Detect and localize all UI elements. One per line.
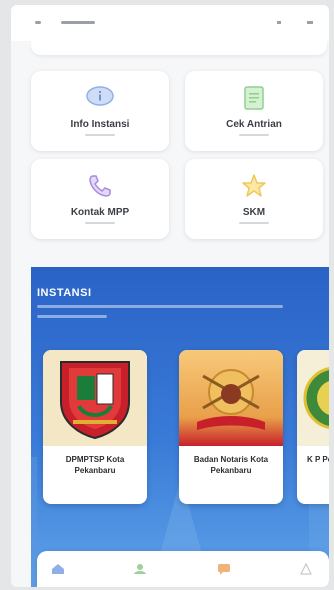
info-icon	[85, 85, 115, 112]
pekanbaru-emblem-icon	[60, 361, 130, 440]
menu-kontak-mpp[interactable]: Kontak MPP	[31, 159, 169, 239]
profile-icon[interactable]	[299, 563, 313, 575]
menu-sublabel	[239, 134, 269, 136]
agency-card[interactable]: Badan Notaris Kota Pekanbaru	[179, 350, 283, 504]
bottom-navigation	[37, 551, 329, 587]
phone-screen: Info Instansi Cek Antrian Kontak MPP SKM…	[11, 5, 329, 587]
ini-emblem-icon	[197, 369, 265, 430]
header-card	[31, 41, 327, 55]
status-time	[35, 21, 41, 24]
menu-label: Kontak MPP	[70, 207, 130, 218]
agency-logo	[297, 350, 329, 446]
menu-label: SKM	[242, 207, 266, 218]
green-seal-icon	[303, 367, 329, 429]
agency-name: K P Pe MA	[307, 455, 329, 464]
agency-name: DPMPTSP Kota Pekanbaru	[65, 455, 125, 475]
queue-icon	[242, 85, 266, 116]
agency-card[interactable]: K P Pe MA	[297, 350, 329, 504]
menu-skm[interactable]: SKM	[185, 159, 323, 239]
menu-sublabel	[239, 222, 269, 224]
menu-cek-antrian[interactable]: Cek Antrian	[185, 71, 323, 151]
section-description	[37, 315, 107, 318]
phone-icon	[87, 173, 113, 204]
section-title: INSTANSI	[37, 287, 92, 299]
menu-info-instansi[interactable]: Info Instansi	[31, 71, 169, 151]
menu-label: Cek Antrian	[226, 119, 282, 130]
agency-card[interactable]: DPMPTSP Kota Pekanbaru	[43, 350, 147, 504]
menu-sublabel	[85, 134, 115, 136]
chat-icon[interactable]	[217, 563, 231, 575]
users-icon[interactable]	[133, 563, 147, 575]
agency-logo	[179, 350, 283, 446]
instansi-section: INSTANSI DPMPTSP Kota Pekanbaru Badan No…	[31, 267, 329, 587]
home-icon[interactable]	[51, 563, 65, 575]
section-description	[37, 305, 283, 308]
status-carrier	[61, 21, 95, 24]
star-icon	[241, 173, 267, 204]
status-battery-icon	[307, 21, 313, 24]
menu-sublabel	[85, 222, 115, 224]
status-signal-icon	[277, 21, 281, 24]
menu-label: Info Instansi	[70, 119, 130, 130]
status-bar	[11, 5, 329, 41]
agency-name: Badan Notaris Kota Pekanbaru	[193, 455, 269, 475]
agency-logo	[43, 350, 147, 446]
